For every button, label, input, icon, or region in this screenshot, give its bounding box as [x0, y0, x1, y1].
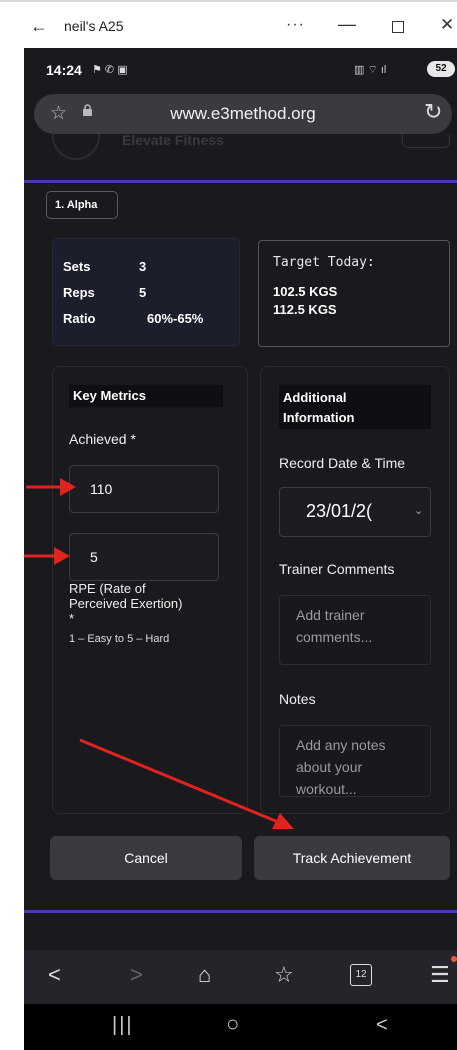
- notes-label: Notes: [279, 691, 316, 707]
- sets-value: 3: [139, 259, 147, 274]
- chevron-down-icon: ⌄: [414, 505, 424, 517]
- target-label: Target Today:: [273, 255, 375, 270]
- favorites-icon[interactable]: ☆: [274, 962, 294, 988]
- window-close-button[interactable]: ✕: [440, 15, 454, 35]
- target-card: Target Today: 102.5 KGS 112.5 KGS: [258, 240, 450, 347]
- notes-placeholder-line3: workout...: [296, 781, 357, 797]
- achieved-label: Achieved *: [69, 431, 136, 447]
- track-achievement-button[interactable]: Track Achievement: [254, 836, 450, 880]
- battery-icon: 52: [427, 61, 455, 77]
- reload-icon[interactable]: ↻: [424, 99, 442, 125]
- ratio-value: 60%-65%: [147, 311, 204, 326]
- site-header: Elevate Fitness: [24, 134, 457, 180]
- record-date-label: Record Date & Time: [279, 455, 406, 471]
- status-time: 14:24: [46, 62, 82, 78]
- url-text[interactable]: www.e3method.org: [34, 104, 452, 124]
- date-value: 23/01/2(: [306, 501, 373, 521]
- notification-icons: ⚑ ✆ ▣: [92, 64, 128, 76]
- window-title-bar: ← neil's A25 ··· — ✕: [0, 0, 457, 48]
- notification-dot: [451, 956, 457, 962]
- additional-info-title-line1: Additional: [283, 390, 347, 405]
- trainer-placeholder-line1: Add trainer: [296, 607, 365, 623]
- trainer-comments-textarea[interactable]: Add trainer comments...: [279, 595, 431, 665]
- browser-bottom-nav: < > ⌂ ☆ 12 ☰: [24, 950, 457, 1004]
- menu-icon[interactable]: ☰: [430, 962, 450, 988]
- rpe-required-mark: *: [69, 611, 75, 626]
- key-metrics-card: Key Metrics Achieved * 110 5 RPE (Rate o…: [52, 366, 248, 814]
- header-menu-button[interactable]: [402, 134, 450, 148]
- site-logo: [52, 134, 100, 160]
- window-title: neil's A25: [64, 18, 124, 34]
- home-icon[interactable]: ⌂: [198, 962, 211, 988]
- notes-placeholder-line1: Add any notes: [296, 737, 386, 753]
- rpe-label-line1: RPE (Rate of: [69, 581, 146, 596]
- nav-back-icon[interactable]: <: [48, 962, 61, 988]
- achieved-input[interactable]: 110: [69, 465, 219, 513]
- reps-label: Reps: [63, 285, 95, 300]
- nav-forward-icon[interactable]: >: [130, 962, 143, 988]
- recents-icon[interactable]: |||: [112, 1014, 134, 1037]
- reps-value: 5: [139, 285, 147, 300]
- trainer-placeholder-line2: comments...: [296, 629, 373, 645]
- rpe-hint: 1 – Easy to 5 – Hard: [69, 633, 170, 645]
- additional-info-card: Additional Information Record Date & Tim…: [260, 366, 450, 814]
- exercise-tag: 1. Alpha: [46, 191, 118, 219]
- site-brand: Elevate Fitness: [122, 134, 224, 148]
- system-home-icon[interactable]: ○: [226, 1011, 239, 1037]
- address-bar[interactable]: ☆ www.e3method.org ↻: [34, 94, 452, 134]
- ratio-label: Ratio: [63, 311, 96, 326]
- target-weight-2: 112.5 KGS: [273, 302, 337, 317]
- system-nav-bar: ||| ○ <: [24, 1004, 457, 1050]
- window-minimize-button[interactable]: —: [338, 14, 356, 35]
- footer-divider: [24, 910, 457, 913]
- signal-icons: ▥ ⌔ ıl: [354, 64, 387, 76]
- record-date-picker[interactable]: 23/01/2( ⌄: [279, 487, 431, 537]
- header-divider: [24, 180, 457, 183]
- tabs-icon[interactable]: 12: [350, 964, 372, 986]
- status-bar: 14:24 ⚑ ✆ ▣ ▥ ⌔ ıl 52: [24, 48, 457, 88]
- rpe-label-line2: Perceived Exertion): [69, 596, 183, 611]
- notes-textarea[interactable]: Add any notes about your workout...: [279, 725, 431, 797]
- target-weight-1: 102.5 KGS: [273, 284, 338, 299]
- rpe-input[interactable]: 5: [69, 533, 219, 581]
- sets-label: Sets: [63, 259, 91, 274]
- system-back-icon[interactable]: <: [376, 1014, 388, 1037]
- window-more-icon[interactable]: ···: [286, 16, 305, 34]
- program-stats-card: Sets 3 Reps 5 Ratio 60%-65%: [52, 238, 240, 346]
- additional-info-title: Additional Information: [279, 385, 431, 429]
- window-back-icon[interactable]: ←: [30, 16, 48, 37]
- notes-placeholder-line2: about your: [296, 759, 363, 775]
- key-metrics-title: Key Metrics: [69, 385, 223, 407]
- window-maximize-button[interactable]: [392, 21, 404, 33]
- cancel-button[interactable]: Cancel: [50, 836, 242, 880]
- phone-screen: 14:24 ⚑ ✆ ▣ ▥ ⌔ ıl 52 ☆ www.e3method.org…: [24, 48, 457, 1050]
- additional-info-title-line2: Information: [283, 410, 355, 425]
- trainer-comments-label: Trainer Comments: [279, 561, 395, 577]
